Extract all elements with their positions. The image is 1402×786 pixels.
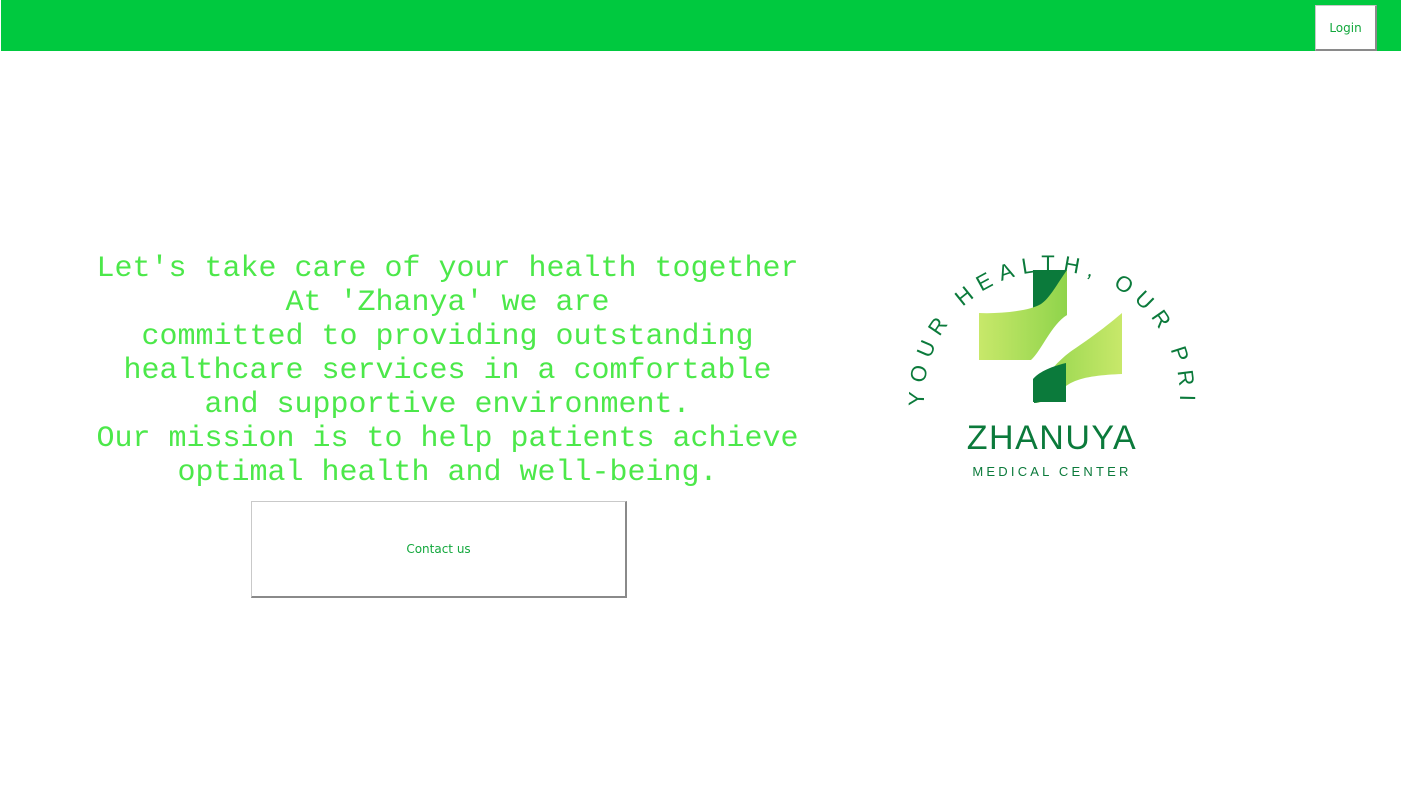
hero-line-5: and supportive environment. [204, 388, 691, 422]
brand-subtitle: MEDICAL CENTER [972, 464, 1132, 479]
hero-line-1: Let's take care of your health together [96, 252, 799, 286]
login-button[interactable]: Login [1315, 5, 1377, 51]
hero-line-7: optimal health and well-being. [177, 456, 718, 490]
contact-us-button[interactable]: Contact us [251, 501, 627, 598]
landing-page: Login Let's take care of your health tog… [0, 0, 1402, 786]
hero-line-2: At 'Zhanya' we are [285, 286, 610, 320]
hero-line-3: committed to providing outstanding [141, 320, 754, 354]
hero-line-4: healthcare services in a comfortable [123, 354, 772, 388]
brand-name: ZHANUYA [966, 419, 1138, 457]
hero-message: Let's take care of your health together … [95, 252, 800, 492]
hero-line-6: Our mission is to help patients achieve [96, 422, 799, 456]
medical-cross-icon [979, 270, 1122, 403]
top-navigation-bar [1, 0, 1401, 51]
